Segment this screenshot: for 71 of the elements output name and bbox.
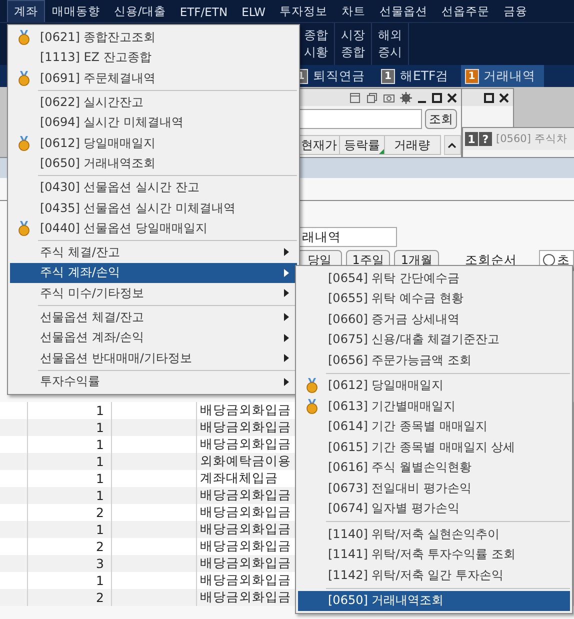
menu-bar-item[interactable]: 금융 — [496, 0, 535, 22]
menu-item[interactable]: [0691] 주문체결내역 — [10, 68, 297, 89]
medal-icon — [306, 398, 318, 414]
menu-item[interactable]: 선물옵션 반대매매/기타정보 — [10, 348, 297, 368]
menu-bar-item[interactable]: 계좌 — [7, 0, 45, 22]
menu-item[interactable]: [1113] EZ 잔고종합 — [10, 48, 297, 68]
sort-indicator-icon — [378, 149, 384, 154]
menu-item[interactable]: 주식 계좌/손익 — [10, 262, 297, 284]
submenu-arrow-icon — [284, 313, 289, 322]
medal-icon — [18, 221, 30, 236]
medal-icon — [18, 30, 30, 45]
window-title: [0560] 주식차 — [496, 132, 568, 146]
screen-tab[interactable]: 1 해ETF검 — [377, 65, 457, 87]
menu-item[interactable]: [0612] 당일매매일지 — [10, 132, 297, 154]
gear-icon[interactable] — [400, 92, 412, 104]
menu-item[interactable]: [0655] 위탁 예수금 현황 — [298, 288, 570, 309]
menu-item[interactable]: [0650] 거래내역조회 — [298, 590, 570, 611]
column-header[interactable]: 현재가 — [299, 135, 340, 155]
menu-item[interactable]: 주식 체결/잔고 — [10, 242, 297, 263]
menu-item[interactable]: [0675] 신용/대출 체결기준잔고 — [298, 330, 570, 350]
menu-bar-item[interactable]: 신용/대출 — [107, 0, 173, 22]
sort-order-label: 조회순서 — [465, 252, 518, 268]
menu-bar-item[interactable]: 선물옵션 — [372, 0, 435, 22]
window-badge: ? — [479, 132, 492, 146]
menu-item[interactable]: [0440] 선물옵션 당일매매일지 — [10, 218, 297, 239]
menu-item[interactable]: [0650] 거래내역조회 — [10, 154, 297, 174]
submenu-arrow-icon — [284, 289, 289, 298]
menu-item[interactable]: [0694] 실시간 미체결내역 — [10, 112, 297, 133]
menu-item[interactable]: 선물옵션 체결/잔고 — [10, 306, 297, 328]
column-header[interactable]: 거래량 — [384, 135, 441, 155]
menu-item[interactable]: [0660] 증거금 상세내역 — [298, 309, 570, 330]
menu-item[interactable]: [0656] 주문가능금액 조회 — [298, 350, 570, 370]
menu-item[interactable]: [0654] 위탁 간단예수금 — [298, 268, 570, 288]
submenu-arrow-icon — [284, 334, 289, 342]
column-header[interactable]: 등락률 — [340, 135, 385, 155]
menu-item[interactable]: [0430] 선물옵션 실시간 잔고 — [10, 177, 297, 198]
menu-bar-item[interactable]: ELW — [234, 0, 273, 22]
menu-bar-item[interactable]: ETF/ETN — [172, 0, 235, 22]
menu-item[interactable]: [0612] 당일매매일지 — [298, 376, 570, 396]
screen-tab[interactable]: 1 거래내역 — [460, 65, 544, 87]
camera-icon[interactable] — [383, 92, 395, 104]
scroll-up-button[interactable] — [444, 135, 461, 155]
menu-item[interactable]: [0622] 실시간잔고 — [10, 92, 297, 112]
window-badge: 1 — [465, 132, 478, 146]
menu-bar-item[interactable]: 투자정보 — [272, 0, 335, 22]
menu-bar-item[interactable]: 차트 — [334, 0, 373, 22]
table-cell: 2 — [28, 589, 112, 606]
menu-item[interactable]: 선물옵션 계좌/손익 — [10, 327, 297, 348]
search-button[interactable]: 조회 — [425, 109, 457, 129]
menu-item[interactable]: 주식 미수/기타정보 — [10, 283, 297, 304]
submenu-arrow-icon — [284, 354, 289, 362]
close-icon[interactable] — [447, 92, 457, 102]
submenu-arrow-icon — [284, 378, 289, 386]
menu-item[interactable]: [0614] 기간 종목별 매매일지 — [298, 416, 570, 437]
medal-icon — [306, 378, 318, 394]
menu-item[interactable]: [0435] 선물옵션 실시간 미체결내역 — [10, 198, 297, 218]
maximize-icon[interactable] — [432, 92, 442, 102]
account-field[interactable]: 래내역 — [298, 227, 397, 247]
window-icon[interactable] — [349, 92, 361, 104]
copy-icon[interactable] — [366, 92, 378, 104]
maximize-icon[interactable] — [484, 92, 494, 102]
menu-item[interactable]: 투자수익률 — [10, 372, 297, 392]
close-icon[interactable] — [499, 92, 509, 102]
menu-item[interactable]: [0621] 종합잔고조회 — [10, 27, 297, 48]
menu-bar-item[interactable]: 선옵주문 — [434, 0, 497, 22]
medal-icon — [18, 70, 30, 86]
chevron-up-icon — [448, 142, 456, 148]
submenu-arrow-icon — [284, 268, 289, 277]
medal-icon — [18, 136, 30, 151]
menu-bar-item[interactable]: 매매동향 — [45, 0, 107, 22]
submenu-arrow-icon — [284, 248, 289, 256]
